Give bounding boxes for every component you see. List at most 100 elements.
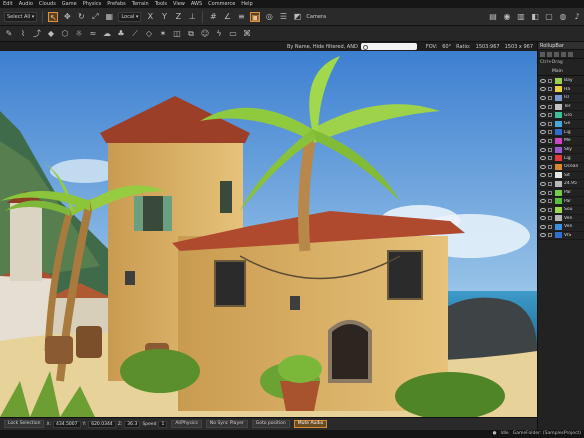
water-icon[interactable]: ≈ [88, 29, 98, 39]
layer-row[interactable]: Ven [538, 223, 584, 232]
eye-icon[interactable] [540, 224, 546, 229]
goto-position-button[interactable]: Goto position [251, 420, 290, 428]
eye-icon[interactable] [540, 95, 546, 100]
layer-row[interactable]: Lig [538, 154, 584, 163]
layer-row[interactable]: Sit [538, 172, 584, 181]
speed-field[interactable]: 1 [158, 420, 168, 428]
ai-icon[interactable]: ◎ [264, 12, 274, 22]
eye-icon[interactable] [540, 207, 546, 212]
lock-icon[interactable] [548, 199, 552, 204]
eye-icon[interactable] [540, 164, 546, 169]
lock-icon[interactable] [548, 216, 552, 221]
trigger-icon[interactable]: ◇ [144, 29, 154, 39]
lock-icon[interactable] [548, 95, 552, 100]
layer-row[interactable]: Ge [538, 120, 584, 129]
mute-audio-button[interactable]: Mute Audio [293, 420, 328, 428]
physics-icon[interactable]: ◉ [502, 12, 512, 22]
layer-row[interactable]: Sou [538, 206, 584, 215]
lock-icon[interactable] [548, 113, 552, 118]
lock-icon[interactable] [548, 207, 552, 212]
menu-item-commerce[interactable]: Commerce [205, 0, 238, 8]
lock-icon[interactable] [548, 147, 552, 152]
decal-icon[interactable]: ◫ [172, 29, 182, 39]
menu-item-prefabs[interactable]: Prefabs [104, 0, 129, 8]
axis-y-icon[interactable]: Y [159, 12, 169, 22]
camera-icon[interactable]: ◩ [292, 12, 302, 22]
menu-item-tools[interactable]: Tools [152, 0, 170, 8]
select-terrain-icon[interactable]: ▦ [104, 12, 114, 22]
layers-icon[interactable]: ☰ [278, 12, 288, 22]
layer-row[interactable]: Par [538, 189, 584, 198]
lock-icon[interactable] [548, 156, 552, 161]
layer-row[interactable]: Gro [538, 111, 584, 120]
lock-icon[interactable] [548, 181, 552, 186]
eye-icon[interactable] [540, 190, 546, 195]
layer-row[interactable]: Ocean [538, 163, 584, 172]
character-icon[interactable]: ☺ [200, 29, 210, 39]
axis-x-icon[interactable]: X [145, 12, 155, 22]
eye-icon[interactable] [540, 104, 546, 109]
profile-icon[interactable]: ▥ [516, 12, 526, 22]
eye-icon[interactable] [540, 199, 546, 204]
lock-selection-button[interactable]: Lock Selection [4, 420, 45, 428]
paint-icon[interactable]: ✎ [4, 29, 14, 39]
modelling-tab-icon[interactable] [554, 51, 559, 57]
menu-item-audio[interactable]: Audio [16, 0, 36, 8]
eye-icon[interactable] [540, 113, 546, 118]
lock-icon[interactable] [548, 224, 552, 229]
layer-row[interactable]: Par [538, 197, 584, 206]
lock-icon[interactable] [548, 121, 552, 126]
layer-row[interactable]: Bay [538, 77, 584, 86]
eye-icon[interactable] [540, 121, 546, 126]
lock-icon[interactable] [548, 78, 552, 83]
axis-z-icon[interactable]: Z [173, 12, 183, 22]
viewport-search-input[interactable] [360, 43, 417, 50]
lock-icon[interactable] [548, 104, 552, 109]
lock-icon[interactable] [548, 190, 552, 195]
lock-icon[interactable] [548, 138, 552, 143]
lock-icon[interactable] [548, 164, 552, 169]
geometry-icon[interactable]: ⬡ [60, 29, 70, 39]
entity-icon[interactable]: ◆ [46, 29, 56, 39]
lock-icon[interactable] [548, 130, 552, 135]
menu-item-aws[interactable]: AWS [188, 0, 205, 8]
snap-grid-icon[interactable]: # [208, 12, 218, 22]
lock-icon[interactable] [548, 173, 552, 178]
menu-item-physics[interactable]: Physics [80, 0, 105, 8]
axis-xy-icon[interactable]: ⊥ [187, 12, 197, 22]
fov-value[interactable]: 60° [442, 44, 451, 50]
menu-item-game[interactable]: Game [59, 0, 80, 8]
eye-icon[interactable] [540, 233, 546, 238]
lightning-icon[interactable]: ϟ [214, 29, 224, 39]
ui-editor-icon[interactable]: ▭ [228, 29, 238, 39]
debug-icon[interactable]: ◧ [530, 12, 540, 22]
brush-icon[interactable]: ⌇ [18, 29, 28, 39]
layer-row[interactable]: Isl [538, 94, 584, 103]
layer-row[interactable]: 24.95 [538, 180, 584, 189]
eye-icon[interactable] [540, 156, 546, 161]
game-mode-icon[interactable]: ▤ [488, 12, 498, 22]
layer-row[interactable]: Ha [538, 86, 584, 95]
console-icon[interactable]: ▢ [544, 12, 554, 22]
scale-tool-icon[interactable]: ⤢ [90, 12, 100, 22]
menu-item-terrain[interactable]: Terrain [129, 0, 152, 8]
lock-icon[interactable] [548, 87, 552, 92]
eye-icon[interactable] [540, 181, 546, 186]
resolution-value[interactable]: 1503 x 967 [505, 44, 533, 50]
z-coordinate-field[interactable]: 36.3 [124, 420, 141, 428]
road-icon[interactable]: ⟋ [130, 29, 140, 39]
menu-item-edit[interactable]: Edit [0, 0, 16, 8]
terrain-snap-icon[interactable]: ▣ [250, 11, 261, 22]
menu-item-clouds[interactable]: Clouds [36, 0, 59, 8]
move-tool-icon[interactable]: ✥ [62, 12, 72, 22]
layer-row[interactable]: Sky [538, 146, 584, 155]
sun-icon[interactable]: ☼ [74, 29, 84, 39]
no-sync-player-button[interactable]: No Sync Player [205, 420, 248, 428]
eye-icon[interactable] [540, 130, 546, 135]
eye-icon[interactable] [540, 147, 546, 152]
layer-row[interactable]: Lig [538, 129, 584, 138]
particle-icon[interactable]: ✶ [158, 29, 168, 39]
audio-icon[interactable]: ♪ [572, 12, 582, 22]
flowgraph-icon[interactable]: ⧉ [186, 29, 196, 39]
menu-item-help[interactable]: Help [238, 0, 255, 8]
